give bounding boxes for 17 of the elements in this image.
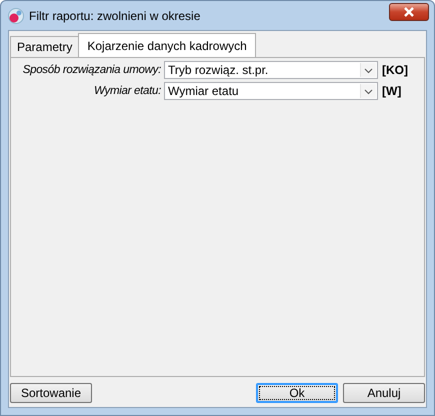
field-code: [KO] xyxy=(381,63,408,77)
tab[interactable]: Kojarzenie danych kadrowych xyxy=(78,33,256,57)
window-title: Filtr raportu: zwolnieni w okresie xyxy=(29,8,200,22)
close-button[interactable] xyxy=(389,2,429,20)
app-logo-icon xyxy=(8,8,24,24)
dialog-button[interactable]: Anuluj xyxy=(343,383,425,403)
tab[interactable]: Parametry xyxy=(10,36,80,57)
close-icon xyxy=(403,6,415,16)
chevron-down-icon xyxy=(360,63,376,77)
dialog-button[interactable]: Sortowanie xyxy=(10,383,92,403)
chevron-down-icon xyxy=(360,84,376,98)
ok-button[interactable]: Ok xyxy=(256,383,338,403)
field-label: Wymiar etatu: xyxy=(92,85,162,97)
field-label: Sposób rozwiązania umowy: xyxy=(22,64,162,76)
dropdown-field[interactable]: Tryb rozwiąz. st.pr. xyxy=(164,61,378,79)
dropdown-field[interactable]: Wymiar etatu xyxy=(164,82,378,100)
field-code: [W] xyxy=(381,84,402,98)
